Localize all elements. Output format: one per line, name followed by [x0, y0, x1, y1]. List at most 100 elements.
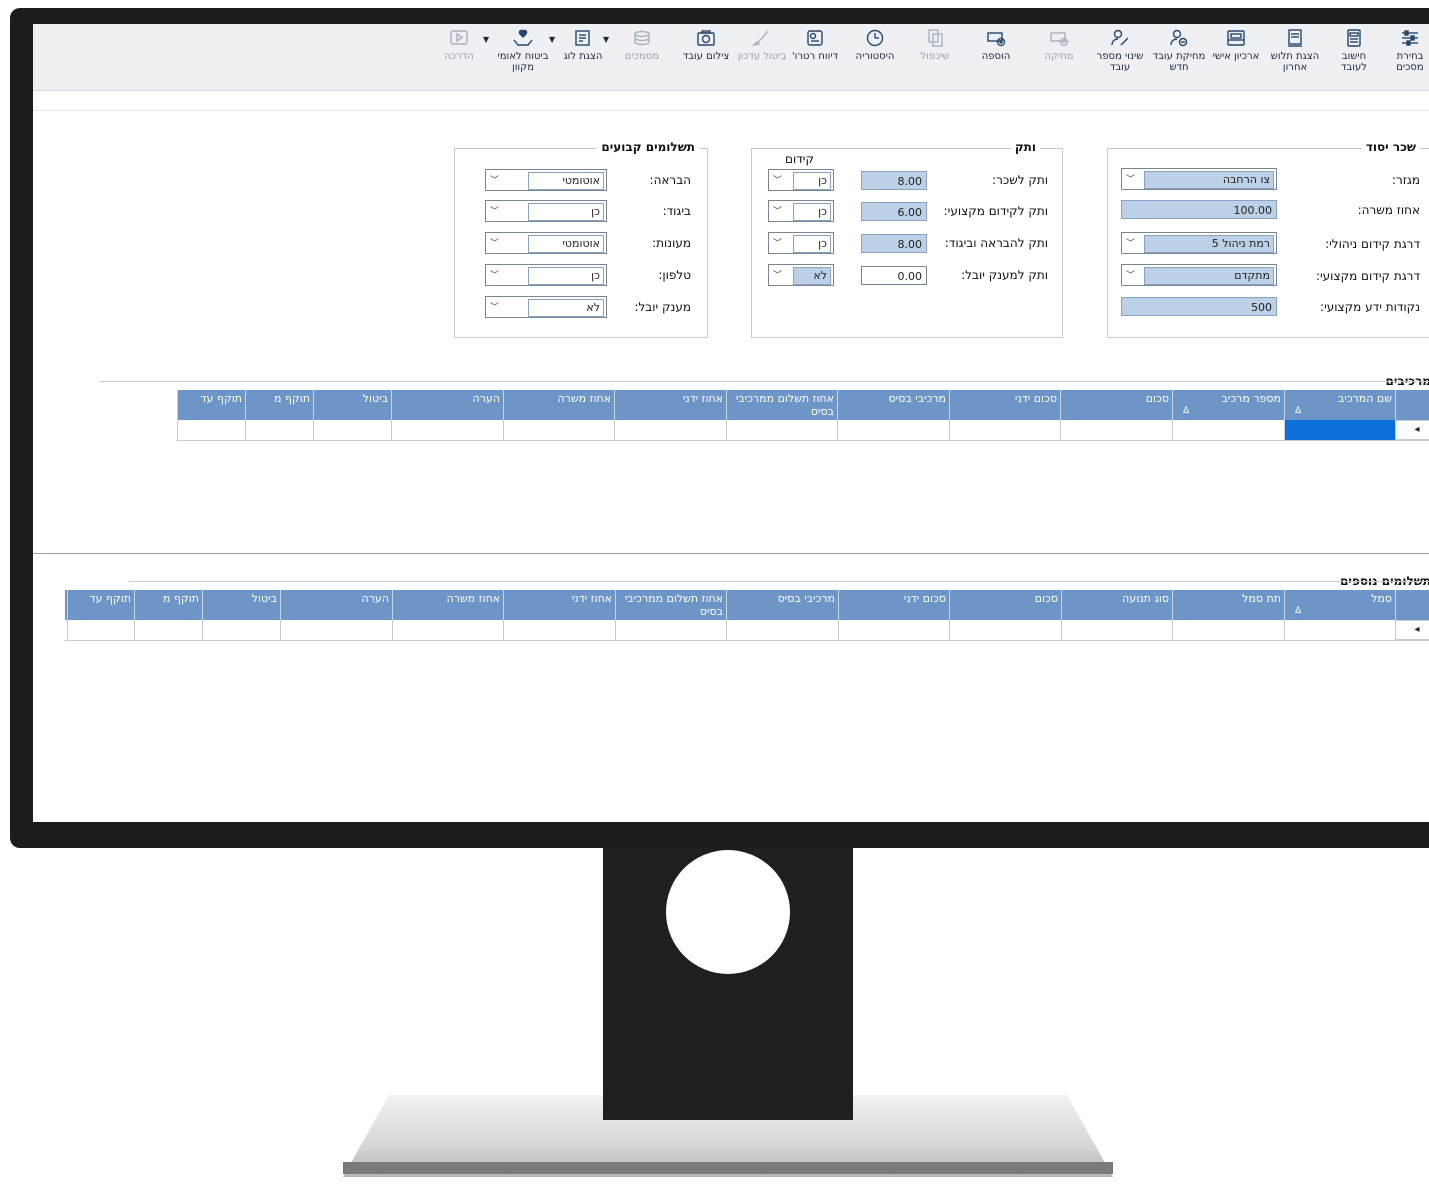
- fixed-payment-value: אוטומטי: [528, 172, 604, 190]
- table-cell[interactable]: [245, 420, 313, 440]
- delete-button[interactable]: מחיקה: [1029, 28, 1089, 86]
- divider: [33, 553, 1429, 554]
- job-percent-field[interactable]: 100.00: [1121, 200, 1277, 219]
- show-log-button[interactable]: הצגת לוג ▼: [549, 28, 609, 86]
- column-header[interactable]: שם המרכיב Δ: [1284, 390, 1395, 420]
- delete-new-employee-button[interactable]: מחיקת עובד חדש: [1151, 28, 1207, 86]
- seniority-value-field[interactable]: 6.00: [861, 202, 927, 221]
- column-header[interactable]: סכום: [1060, 390, 1172, 420]
- table-cell[interactable]: [1284, 420, 1395, 440]
- add-label: הוספה: [981, 51, 1011, 62]
- column-header[interactable]: הערה: [391, 390, 503, 420]
- prof-promotion-select[interactable]: מתקדם ﹀: [1121, 264, 1277, 286]
- employee-photo-button[interactable]: צילום עובד: [675, 28, 737, 86]
- history-button[interactable]: היסטוריה: [845, 28, 905, 86]
- change-employee-number-button[interactable]: שינוי מספר עובד: [1091, 28, 1149, 86]
- promotion-select[interactable]: כן ﹀: [768, 169, 834, 191]
- table-row[interactable]: ◂: [177, 420, 1429, 441]
- guide-button[interactable]: הדרכה: [431, 28, 487, 86]
- table-cell[interactable]: [1061, 620, 1172, 640]
- table-cell[interactable]: [392, 620, 503, 640]
- column-header[interactable]: תוקף מ: [134, 590, 202, 620]
- social-security-label: ביטוח לאומי מקוון: [497, 51, 549, 73]
- table-cell[interactable]: [949, 420, 1060, 440]
- table-cell[interactable]: [202, 620, 280, 640]
- table-cell[interactable]: [614, 420, 726, 440]
- documents-button[interactable]: מסמכים ▼: [603, 28, 673, 86]
- table-cell[interactable]: [726, 620, 838, 640]
- column-header[interactable]: תוקף עד: [67, 590, 134, 620]
- column-header-label: תוקף מ: [162, 592, 199, 605]
- social-security-button[interactable]: ביטוח לאומי מקוון ▼: [483, 28, 555, 86]
- column-header[interactable]: מרכיבי בסיס: [837, 390, 949, 420]
- table-cell[interactable]: [67, 620, 134, 640]
- cancel-update-button[interactable]: ביטול עדכון: [737, 28, 787, 86]
- sector-select[interactable]: צו הרחבה ﹀: [1121, 168, 1277, 190]
- column-header[interactable]: תת סמל: [1172, 590, 1284, 620]
- fixed-payment-label: מעונות:: [652, 236, 691, 250]
- column-header[interactable]: ביטול: [313, 390, 391, 420]
- table-row[interactable]: ◂: [65, 620, 1429, 641]
- column-header[interactable]: תוקף מ: [245, 390, 313, 420]
- mgmt-promotion-select[interactable]: רמת ניהול 5 ﹀: [1121, 232, 1277, 254]
- promotion-select[interactable]: לא ﹀: [768, 264, 834, 286]
- last-payslip-button[interactable]: הצגת תלוש אחרון: [1265, 28, 1325, 86]
- seniority-value-field[interactable]: 8.00: [861, 234, 927, 253]
- table-cell[interactable]: [1172, 420, 1284, 440]
- duplicate-button[interactable]: שיכפול: [905, 28, 965, 86]
- table-cell[interactable]: [838, 620, 949, 640]
- promotion-select[interactable]: כן ﹀: [768, 200, 834, 222]
- column-header[interactable]: סוג תנועה: [1061, 590, 1172, 620]
- table-cell[interactable]: [1172, 620, 1284, 640]
- add-button[interactable]: הוספה: [967, 28, 1025, 86]
- table-cell[interactable]: [177, 420, 245, 440]
- seniority-value-field[interactable]: 8.00: [861, 171, 927, 190]
- column-header[interactable]: אחוז ידני: [503, 590, 615, 620]
- column-header[interactable]: אחוז תשלום ממרכיבי בסיס: [615, 590, 726, 620]
- seniority-value-field[interactable]: 0.00: [861, 266, 927, 285]
- column-header[interactable]: מספר מרכיב Δ: [1172, 390, 1284, 420]
- promotion-select[interactable]: כן ﹀: [768, 232, 834, 254]
- table-cell[interactable]: [313, 420, 391, 440]
- column-header[interactable]: סכום: [949, 590, 1061, 620]
- column-header[interactable]: סמל Δ: [1284, 590, 1395, 620]
- cancel-update-label: ביטול עדכון: [737, 51, 787, 62]
- table-cell[interactable]: [1060, 420, 1172, 440]
- calc-employee-button[interactable]: חישוב לעובד: [1329, 28, 1379, 86]
- user-edit-icon: [1109, 28, 1131, 48]
- column-header[interactable]: סכום ידני: [949, 390, 1060, 420]
- table-cell[interactable]: [949, 620, 1061, 640]
- table-cell[interactable]: [134, 620, 202, 640]
- sort-icon[interactable]: Δ: [1295, 605, 1301, 618]
- column-header[interactable]: אחוז תשלום ממרכיבי בסיס: [726, 390, 837, 420]
- table-cell[interactable]: [1284, 620, 1395, 640]
- table-cell[interactable]: [615, 620, 726, 640]
- table-cell[interactable]: [503, 620, 615, 640]
- column-header[interactable]: ביטול: [202, 590, 280, 620]
- fixed-payment-select[interactable]: אוטומטי ﹀: [485, 232, 607, 254]
- table-cell[interactable]: [726, 420, 837, 440]
- column-header[interactable]: סכום ידני: [838, 590, 949, 620]
- knowledge-points-field[interactable]: 500: [1121, 297, 1277, 316]
- sort-icon[interactable]: Δ: [1295, 405, 1301, 418]
- column-header[interactable]: אחוז משרה: [503, 390, 614, 420]
- column-header[interactable]: מרכיבי בסיס: [726, 590, 838, 620]
- column-header-label: תוקף עד: [200, 392, 242, 405]
- column-header[interactable]: הערה: [280, 590, 392, 620]
- fixed-payment-select[interactable]: לא ﹀: [485, 296, 607, 318]
- personal-archive-button[interactable]: ארכיון אישי: [1207, 28, 1265, 86]
- column-header[interactable]: אחוז משרה: [392, 590, 503, 620]
- sort-icon[interactable]: Δ: [1183, 405, 1189, 418]
- select-templates-button[interactable]: בחירת מסכים: [1385, 28, 1429, 86]
- column-header[interactable]: תוקף עד: [177, 390, 245, 420]
- column-header[interactable]: אחוז ידני: [614, 390, 726, 420]
- table-cell[interactable]: [280, 620, 392, 640]
- delete-icon: [1048, 28, 1070, 48]
- fixed-payment-select[interactable]: כן ﹀: [485, 200, 607, 222]
- fixed-payment-select[interactable]: כן ﹀: [485, 264, 607, 286]
- fixed-payment-select[interactable]: אוטומטי ﹀: [485, 169, 607, 191]
- table-cell[interactable]: [391, 420, 503, 440]
- table-cell[interactable]: [837, 420, 949, 440]
- table-cell[interactable]: [503, 420, 614, 440]
- retro-report-button[interactable]: דיווח רטרו': [787, 28, 843, 86]
